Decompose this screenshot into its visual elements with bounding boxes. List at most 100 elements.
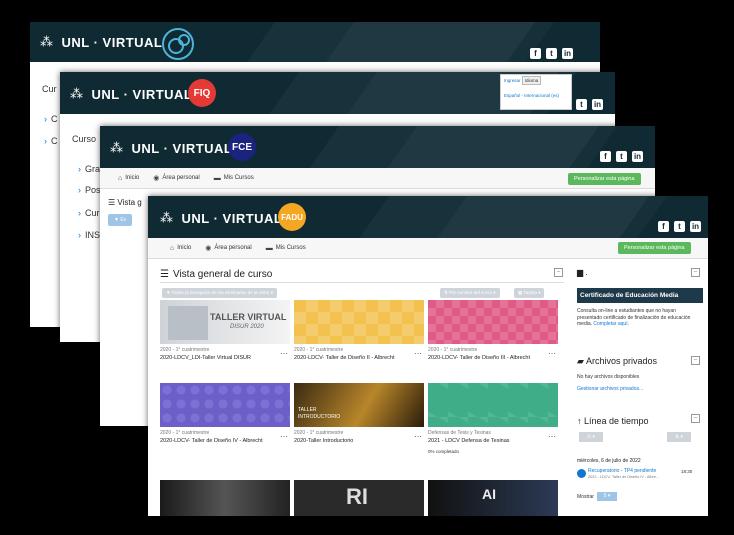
twitter-icon[interactable]: t <box>546 48 557 59</box>
course-name[interactable]: 2020-LDCV_LDI-Taller Virtual DISUR <box>160 355 290 362</box>
course-category: 2020 - 1° cuatrimestre <box>428 347 478 353</box>
facebook-icon[interactable]: f <box>530 48 541 59</box>
event-icon <box>577 469 586 478</box>
course-card[interactable]: TALLER INTRODUCTORIO 2020 - 1° cuatrimes… <box>294 383 424 445</box>
sidebar-item[interactable]: › Gra <box>78 164 100 174</box>
manage-files-link[interactable]: Gestionar archivos privados... <box>577 386 643 392</box>
sort-dropdown[interactable]: ⇅ Por nombre del curso ▾ <box>440 288 500 298</box>
linkedin-icon[interactable]: in <box>690 221 701 232</box>
twitter-icon[interactable]: t <box>674 221 685 232</box>
course-card[interactable]: Defensas de Tesis y Tesinas 2021 - LDCV … <box>428 383 558 454</box>
course-category: 2020 - 1° cuatrimestre <box>160 347 210 353</box>
nav-personal[interactable]: ◉ Área personal <box>153 174 199 182</box>
course-card[interactable]: 2020 - 1° cuatrimestre 2020-LDCV- Taller… <box>428 300 558 362</box>
sidebar-item[interactable]: Cur <box>42 84 57 94</box>
block-title: ▆ . <box>577 268 588 277</box>
course-category: 2020 - 1° cuatrimestre <box>160 430 210 436</box>
more-options-icon[interactable]: ⋯ <box>280 432 288 441</box>
course-image <box>160 480 290 516</box>
collapse-icon[interactable]: – <box>691 414 700 423</box>
folder-icon: ▰ <box>577 356 584 366</box>
language-dropdown[interactable]: Ingresar Idioma Español - Internacional … <box>500 74 572 110</box>
course-name[interactable]: 2021 - LDCV Defensa de Tesinas <box>428 438 558 445</box>
linkedin-icon[interactable]: in <box>592 99 603 110</box>
course-image: TALLER VIRTUAL DISUR 2020 <box>160 300 290 344</box>
complete-here-link[interactable]: Completar aquí. <box>593 321 629 327</box>
sidebar-item[interactable]: › C <box>44 136 58 146</box>
course-card[interactable]: 2020 - 1° cuatrimestre 2020-LDCV- Taller… <box>160 383 290 445</box>
card-icon: ▆ <box>577 268 584 277</box>
course-name[interactable]: 2020-LDCV- Taller de Diseño III - Albrec… <box>428 355 558 362</box>
more-options-icon[interactable]: ⋯ <box>548 349 556 358</box>
login-link[interactable]: Ingresar <box>504 78 521 83</box>
course-image <box>160 383 290 427</box>
collapse-icon[interactable]: – <box>554 268 563 277</box>
brand-logo[interactable]: ⁂ UNL · VIRTUAL <box>70 86 192 102</box>
more-options-icon[interactable]: ⋯ <box>414 432 422 441</box>
course-name[interactable]: 2020-LDCV- Taller de Diseño IV - Albrech… <box>160 438 290 445</box>
private-files-title: ▰ Archivos privados <box>577 356 657 366</box>
brand-logo[interactable]: ⁂ UNL · VIRTUAL <box>40 34 162 50</box>
sidebar-item[interactable]: Curso <box>72 134 96 144</box>
sidebar-item[interactable]: › Pos <box>78 185 101 195</box>
timeline-title: ↑ Línea de tiempo <box>577 416 649 426</box>
facebook-icon[interactable]: f <box>658 221 669 232</box>
course-card[interactable]: TALLER VIRTUAL DISUR 2020 2020 - 1° cuat… <box>160 300 290 362</box>
certificate-button[interactable]: Certificado de Educación Media <box>577 288 703 303</box>
certificate-text: Consulta on-line a estudiantes que no ha… <box>577 308 691 327</box>
course-name[interactable]: 2020-Taller Introductorio <box>294 438 424 445</box>
course-card[interactable]: 2020 - 1° cuatrimestre 2020-LDCV- Taller… <box>294 300 424 362</box>
right-sidebar: ▆ . – Certificado de Educación Media Con… <box>573 262 703 516</box>
twitter-icon[interactable]: t <box>576 99 587 110</box>
dashboard-icon: ◉ <box>153 175 160 182</box>
course-image: TALLER INTRODUCTORIO <box>294 383 424 427</box>
twitter-icon[interactable]: t <box>616 151 627 162</box>
course-name[interactable]: 2020-LDCV- Taller de Diseño II - Albrech… <box>294 355 424 362</box>
course-category: Defensas de Tesis y Tesinas <box>428 430 491 436</box>
course-progress: 0% completado <box>428 449 460 454</box>
more-options-icon[interactable]: ⋯ <box>548 432 556 441</box>
nav-personal[interactable]: ◉ Área personal <box>205 244 251 252</box>
collapse-icon[interactable]: – <box>691 356 700 365</box>
more-options-icon[interactable]: ⋯ <box>414 349 422 358</box>
timeline-icon: ↑ <box>577 416 582 426</box>
nav-home[interactable]: ⌂ Inicio <box>118 175 139 182</box>
view-dropdown[interactable]: ▦ Tarjeta ▾ <box>514 288 545 298</box>
course-image-text: TALLER VIRTUAL <box>210 312 287 322</box>
nav-home[interactable]: ⌂ Inicio <box>170 245 191 252</box>
facebook-icon[interactable]: f <box>600 151 611 162</box>
brand-text: UNL · VIRTUAL <box>61 34 163 50</box>
course-image-text: AI <box>482 486 496 502</box>
event-title[interactable]: Recuperatorio - TP4 pendiente <box>588 468 656 474</box>
filter-button[interactable]: ▼ Ex <box>108 214 133 226</box>
sidebar-item[interactable]: › INS <box>78 230 100 240</box>
sidebar-item[interactable]: › Cur <box>78 208 100 218</box>
show-label: Mostrar <box>577 494 594 500</box>
filter-dropdown[interactable]: ▼ Todos (a excepción de los eliminados d… <box>162 288 277 298</box>
course-image: AI <box>428 480 558 516</box>
customize-page-button[interactable]: Personalizar esta página <box>618 242 691 254</box>
language-option[interactable]: Español - Internacional (es) <box>501 83 571 98</box>
show-count-select[interactable]: 5 ▾ <box>597 492 617 501</box>
course-image-text: RI <box>346 484 368 509</box>
brand-logo[interactable]: ⁂ UNL · VIRTUAL <box>160 210 282 226</box>
sidebar-item[interactable]: › C <box>44 114 58 124</box>
courses-icon: ▬ <box>265 244 273 252</box>
home-icon: ⌂ <box>118 174 123 182</box>
course-overview-title: ☰ Vista general de curso <box>160 269 273 280</box>
collapse-icon[interactable]: – <box>691 268 700 277</box>
no-files-text: No hay archivos disponibles <box>577 374 640 380</box>
course-image-subtext: DISUR 2020 <box>230 324 264 330</box>
linkedin-icon[interactable]: in <box>562 48 573 59</box>
more-options-icon[interactable]: ⋯ <box>280 349 288 358</box>
timeline-filter-button[interactable]: ⊙ ▾ <box>579 432 603 442</box>
linkedin-icon[interactable]: in <box>632 151 643 162</box>
customize-page-button[interactable]: Personalizar esta página <box>568 173 641 185</box>
course-image-text: TALLER <box>298 407 317 413</box>
divider <box>160 282 564 283</box>
nav-my-courses[interactable]: ▬ Mis Cursos <box>214 175 254 182</box>
brand-logo[interactable]: ⁂ UNL · VIRTUAL <box>110 140 232 156</box>
fiq-badge: FIQ <box>188 79 216 107</box>
timeline-sort-button[interactable]: ⇅ ▾ <box>667 432 691 442</box>
nav-my-courses[interactable]: ▬ Mis Cursos <box>266 245 306 252</box>
